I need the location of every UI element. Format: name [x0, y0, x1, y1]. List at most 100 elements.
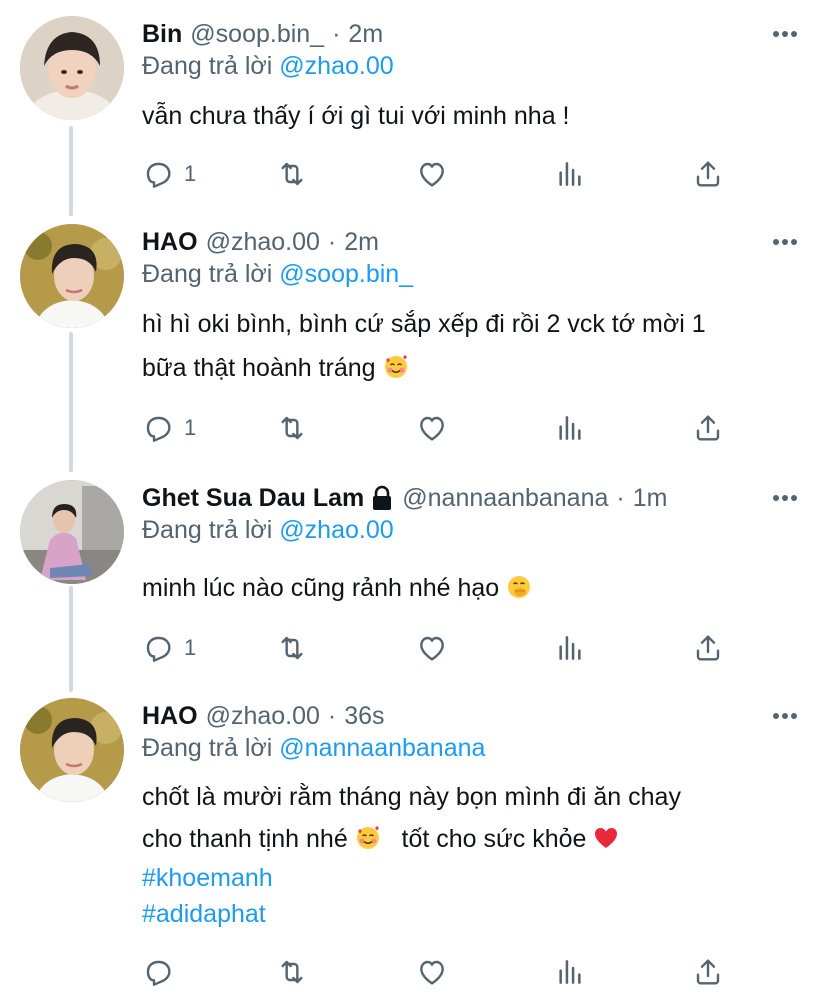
reply-button[interactable]: 1 — [142, 156, 196, 192]
like-icon — [420, 960, 444, 985]
reply-button[interactable] — [142, 954, 184, 990]
more-icon[interactable] — [772, 30, 798, 38]
avatar-image — [20, 698, 124, 802]
smiling-face-with-hearts-icon — [356, 826, 379, 849]
timestamp[interactable]: 2m — [344, 228, 379, 257]
like-button[interactable] — [416, 954, 448, 990]
display-name[interactable]: Bin — [142, 20, 182, 49]
smiling-face-with-hearts-icon — [384, 355, 407, 378]
tweet-header: Ghet Sua Dau Lam @nannaanbanana · 1m — [142, 480, 667, 516]
like-button[interactable] — [416, 630, 448, 666]
tweet-text-line: chốt là mười rằm tháng này bọn mình đi ă… — [142, 783, 681, 811]
avatar[interactable] — [20, 16, 124, 120]
analytics-button[interactable] — [554, 410, 586, 446]
more-icon[interactable] — [772, 494, 798, 502]
avatar[interactable] — [20, 698, 124, 802]
mention-link[interactable]: @zhao.00 — [279, 516, 393, 544]
tweet-text-line: cho thanh tịnh nhé — [142, 825, 348, 853]
handle[interactable]: @soop.bin_ — [190, 20, 324, 49]
replying-to: Đang trả lời @nannaanbanana — [142, 734, 485, 763]
timestamp[interactable]: 36s — [344, 702, 384, 731]
retweet-button[interactable] — [276, 410, 308, 446]
red-heart-icon — [595, 828, 618, 848]
avatar[interactable] — [20, 224, 124, 328]
mention-link[interactable]: @nannaanbanana — [279, 734, 485, 762]
retweet-icon — [281, 162, 303, 186]
separator-dot: · — [327, 227, 337, 256]
tweet-text: hì hì oki bình, bình cứ sắp xếp đi rồi 2… — [142, 302, 802, 390]
retweet-button[interactable] — [276, 630, 308, 666]
share-button[interactable] — [692, 954, 724, 990]
tweet[interactable]: Bin @soop.bin_ · 2m Đang trả lời @zhao.0… — [0, 16, 828, 206]
display-name[interactable]: Ghet Sua Dau Lam — [142, 484, 364, 513]
retweet-button[interactable] — [276, 156, 308, 192]
analytics-button[interactable] — [554, 156, 586, 192]
handle[interactable]: @zhao.00 — [206, 228, 320, 257]
mention-link[interactable]: @soop.bin_ — [279, 260, 413, 288]
analytics-icon — [559, 960, 581, 984]
tweet-text-line-wrap: cho thanh tịnh nhé tốt cho sức khỏe — [142, 818, 802, 860]
retweet-icon — [281, 960, 303, 984]
tweet-text-line: minh lúc nào cũng rảnh nhé hạo — [142, 574, 500, 602]
share-button[interactable] — [692, 630, 724, 666]
tweet[interactable]: HAO @zhao.00 · 2m Đang trả lời @soop.bin… — [0, 224, 828, 454]
tweet-header: HAO @zhao.00 · 2m — [142, 224, 379, 260]
share-icon — [696, 415, 720, 441]
share-icon — [696, 161, 720, 187]
reply-icon — [146, 416, 171, 442]
more-icon[interactable] — [772, 712, 798, 720]
retweet-icon — [281, 636, 303, 660]
reply-icon — [146, 636, 171, 662]
more-icon[interactable] — [772, 238, 798, 246]
tweet-text-line: tốt cho sức khỏe — [401, 825, 587, 853]
mention-link[interactable]: @zhao.00 — [279, 52, 393, 80]
action-bar: 1 — [142, 630, 762, 666]
tweet[interactable]: Ghet Sua Dau Lam @nannaanbanana · 1m Đan… — [0, 480, 828, 680]
replying-prefix: Đang trả lời — [142, 52, 273, 80]
reply-button[interactable]: 1 — [142, 630, 196, 666]
like-icon — [420, 416, 444, 441]
timestamp[interactable]: 2m — [348, 20, 383, 49]
separator-dot: · — [332, 19, 341, 48]
replying-to: Đang trả lời @zhao.00 — [142, 516, 394, 545]
analytics-icon — [559, 416, 581, 440]
reply-count: 1 — [184, 161, 197, 186]
tweet-header: Bin @soop.bin_ · 2m — [142, 16, 383, 52]
replying-prefix: Đang trả lời — [142, 260, 273, 288]
share-icon — [696, 635, 720, 661]
like-icon — [420, 636, 444, 661]
action-bar: 1 — [142, 156, 762, 192]
handle[interactable]: @zhao.00 — [206, 702, 320, 731]
tweet-text: minh lúc nào cũng rảnh nhé hạo — [142, 566, 802, 610]
face-with-hand-over-mouth-icon — [508, 576, 531, 598]
retweet-button[interactable] — [276, 954, 308, 990]
analytics-button[interactable] — [554, 954, 586, 990]
hashtag-link[interactable]: #khoemanh — [142, 860, 802, 896]
avatar-image — [20, 224, 124, 328]
tweet-text-line-wrap: bữa thật hoành tráng — [142, 346, 802, 390]
avatar[interactable] — [20, 480, 124, 584]
like-button[interactable] — [416, 410, 448, 446]
tweet-text-line: vẫn chưa thấy í ới gì tui với minh nha ! — [142, 102, 570, 130]
analytics-button[interactable] — [554, 630, 586, 666]
like-button[interactable] — [416, 156, 448, 192]
reply-icon — [146, 960, 171, 986]
avatar-image — [20, 480, 124, 584]
handle[interactable]: @nannaanbanana — [402, 484, 608, 513]
tweet[interactable]: HAO @zhao.00 · 36s Đang trả lời @nannaan… — [0, 698, 828, 998]
lock-icon — [373, 485, 392, 510]
share-button[interactable] — [692, 410, 724, 446]
hashtag-link[interactable]: #adidaphat — [142, 896, 802, 932]
replying-to: Đang trả lời @zhao.00 — [142, 52, 394, 81]
tweet-text: vẫn chưa thấy í ới gì tui với minh nha ! — [142, 94, 802, 138]
reply-count: 1 — [184, 415, 197, 440]
reply-button[interactable]: 1 — [142, 410, 196, 446]
display-name[interactable]: HAO — [142, 228, 198, 257]
analytics-icon — [559, 636, 581, 660]
separator-dot: · — [616, 483, 625, 512]
share-button[interactable] — [692, 156, 724, 192]
display-name[interactable]: HAO — [142, 702, 198, 731]
tweet-text-line: bữa thật hoành tráng — [142, 354, 376, 382]
timestamp[interactable]: 1m — [633, 484, 668, 513]
retweet-icon — [281, 416, 303, 440]
